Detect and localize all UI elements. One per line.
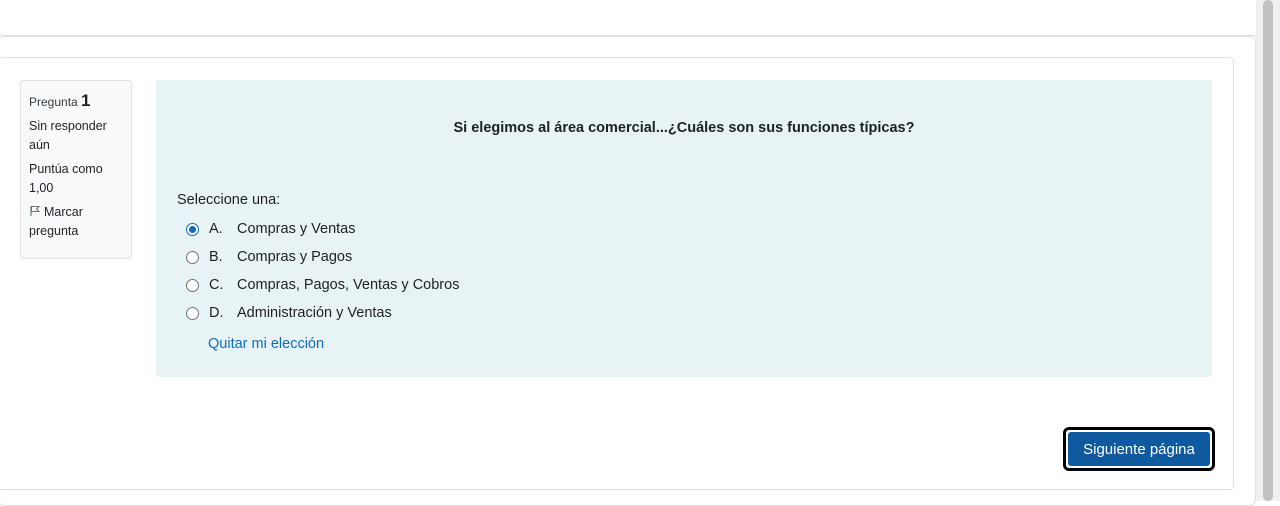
next-page-button[interactable]: Siguiente página — [1063, 427, 1215, 471]
question-grade: Puntúa como 1,00 — [29, 162, 103, 195]
radio-b[interactable] — [186, 250, 199, 264]
clear-choice-link[interactable]: Quitar mi elección — [208, 336, 324, 352]
flag-question-button[interactable]: Marcar pregunta — [29, 203, 123, 241]
radio-a[interactable] — [186, 222, 199, 236]
answer-option-d[interactable]: D. Administración y Ventas — [186, 303, 392, 323]
question-info: Pregunta 1 Sin responder aún Puntúa como… — [20, 80, 132, 259]
option-letter: B. — [209, 249, 223, 265]
question-content: Si elegimos al área comercial...¿Cuáles … — [156, 80, 1212, 377]
scrollbar[interactable] — [1256, 0, 1280, 501]
option-text: Compras y Ventas — [237, 221, 356, 237]
option-text: Compras, Pagos, Ventas y Cobros — [237, 277, 460, 293]
question-number-label: Pregunta — [29, 95, 78, 109]
option-letter: A. — [209, 221, 223, 237]
radio-c[interactable] — [186, 278, 199, 292]
answer-prompt: Seleccione una: — [177, 192, 281, 208]
answer-option-c[interactable]: C. Compras, Pagos, Ventas y Cobros — [186, 275, 459, 295]
question-text: Si elegimos al área comercial...¿Cuáles … — [453, 120, 915, 136]
option-text: Administración y Ventas — [237, 305, 392, 321]
option-text: Compras y Pagos — [237, 249, 353, 265]
flag-icon — [30, 206, 41, 216]
answer-option-b[interactable]: B. Compras y Pagos — [186, 247, 352, 267]
option-letter: C. — [209, 277, 224, 293]
radio-d[interactable] — [186, 306, 199, 320]
question-number: Pregunta 1 — [29, 91, 123, 112]
next-page-label: Siguiente página — [1068, 432, 1210, 466]
question-number-value: 1 — [81, 91, 91, 110]
option-letter: D. — [209, 305, 224, 321]
scrollbar-thumb[interactable] — [1263, 0, 1273, 501]
answer-option-a[interactable]: A. Compras y Ventas — [186, 219, 355, 239]
page-header — [0, 0, 1256, 36]
question-status: Sin responder aún — [29, 119, 107, 152]
